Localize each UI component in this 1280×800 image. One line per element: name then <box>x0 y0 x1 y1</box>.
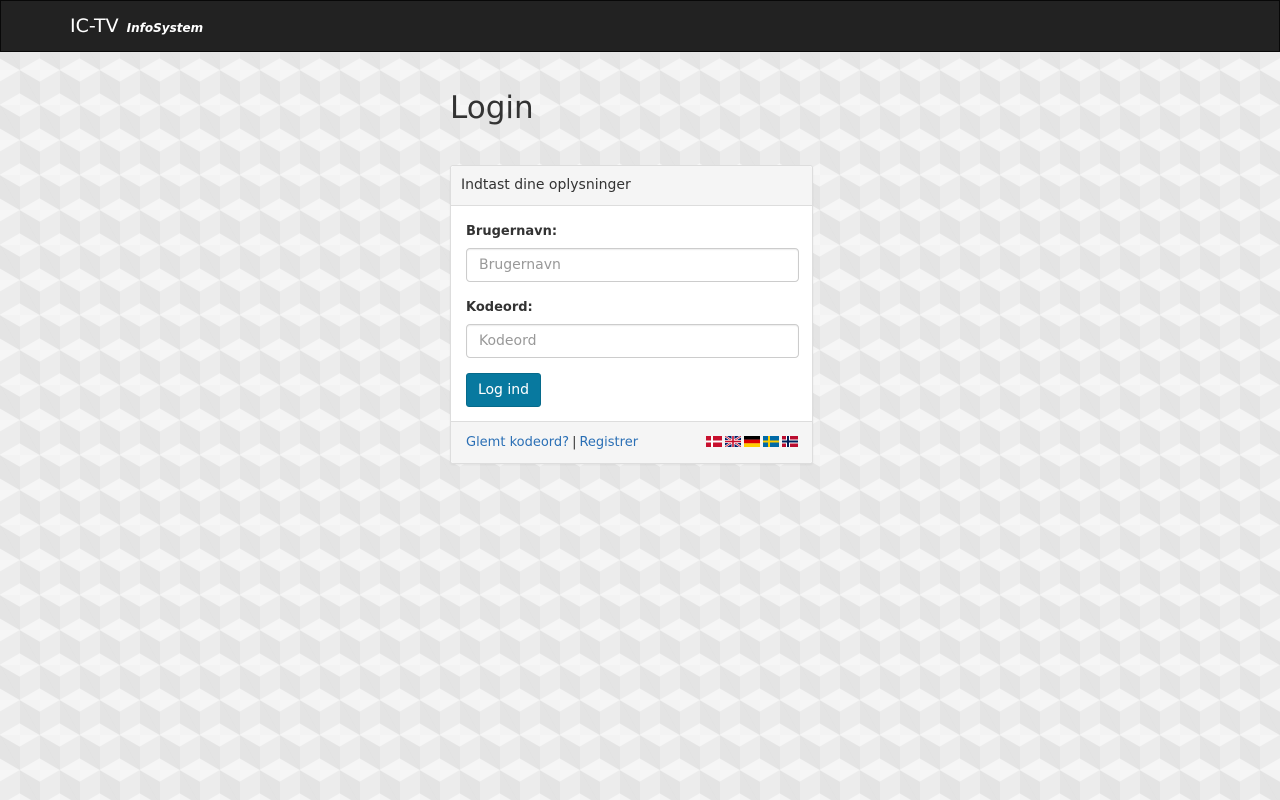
forgot-password-link[interactable]: Glemt kodeord? <box>466 435 569 450</box>
register-link[interactable]: Registrer <box>579 435 638 450</box>
password-input[interactable] <box>466 324 799 358</box>
panel-heading: Indtast dine oplysninger <box>451 166 812 206</box>
panel-footer: Glemt kodeord? | Registrer <box>451 421 812 463</box>
flag-germany-icon[interactable] <box>744 436 760 447</box>
flag-sweden-icon[interactable] <box>763 436 779 447</box>
flag-norway-icon[interactable] <box>782 436 798 447</box>
language-selector <box>706 436 798 447</box>
link-separator: | <box>572 435 577 450</box>
brand-logo[interactable]: IC-TV InfoSystem <box>70 14 203 40</box>
username-input[interactable] <box>466 248 799 282</box>
page-title: Login <box>450 90 534 126</box>
login-panel: Indtast dine oplysninger Brugernavn: Kod… <box>450 165 813 464</box>
footer-links: Glemt kodeord? | Registrer <box>466 434 638 452</box>
flag-denmark-icon[interactable] <box>706 436 722 447</box>
brand-subtitle: InfoSystem <box>126 21 204 35</box>
top-navbar: IC-TV InfoSystem <box>0 0 1280 52</box>
login-form: Brugernavn: Kodeord: Log ind <box>451 206 812 422</box>
brand-name: IC-TV <box>70 15 119 37</box>
password-label: Kodeord: <box>466 300 533 315</box>
flag-uk-icon[interactable] <box>725 436 741 447</box>
username-label: Brugernavn: <box>466 224 558 239</box>
login-button[interactable]: Log ind <box>466 373 541 407</box>
